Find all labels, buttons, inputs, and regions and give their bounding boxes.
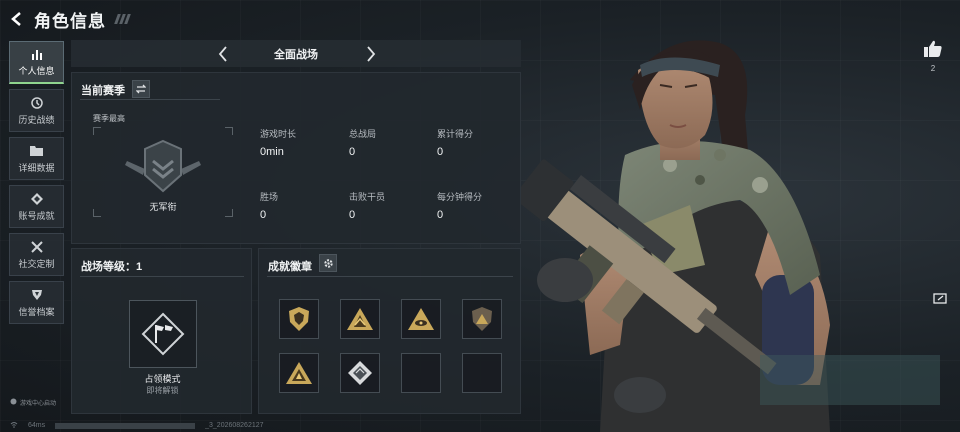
stat-value: 0 xyxy=(437,209,444,221)
title-decoration xyxy=(114,14,131,24)
back-arrow-icon[interactable] xyxy=(8,10,26,28)
ping-value: 64ms xyxy=(28,422,46,429)
stat-playtime: 游戏时长 0min xyxy=(260,127,345,158)
badge-slot[interactable] xyxy=(401,299,441,339)
game-center-icon xyxy=(10,398,17,407)
tools-icon xyxy=(30,240,44,254)
badge-dark-triangle-icon xyxy=(472,307,492,331)
game-center-note[interactable]: 游戏中心启动 xyxy=(10,398,56,407)
page-header: 角色信息 xyxy=(8,6,131,32)
stat-value: 0 xyxy=(349,209,356,221)
badge-slot[interactable] xyxy=(279,299,319,339)
capture-mode-badge[interactable] xyxy=(129,300,197,368)
sidebar-item-label: 个人信息 xyxy=(18,66,55,76)
stat-label: 游戏时长 xyxy=(260,129,297,139)
like-count: 2 xyxy=(930,64,936,73)
history-icon xyxy=(30,96,44,110)
badge-slot[interactable] xyxy=(462,299,502,339)
bar-chart-icon xyxy=(30,47,44,61)
sidebar-item-personal-info[interactable]: 个人信息 xyxy=(9,41,64,84)
flag-diamond-icon xyxy=(141,312,185,356)
like-group: 2 xyxy=(918,38,948,73)
rank-emblem-icon xyxy=(123,135,203,197)
status-bar: 64ms _3_202608262127 xyxy=(10,421,264,430)
character-portrait xyxy=(513,25,940,432)
mode-selector: 全面战场 xyxy=(71,40,521,67)
stat-wins: 胜场 0 xyxy=(260,190,345,221)
season-panel: 当前赛季 赛季最高 无军衔 游戏时长 0min 总战局 0 累计得分 0 胜场 … xyxy=(71,72,521,244)
stat-total-matches: 总战局 0 xyxy=(349,127,434,158)
wifi-icon xyxy=(10,421,18,430)
redacted-region xyxy=(55,422,196,429)
level-panel-title: 战场等级：1 xyxy=(81,261,143,273)
season-best-label: 赛季最高 xyxy=(93,114,125,123)
stat-label: 胜场 xyxy=(260,192,279,202)
swap-icon xyxy=(136,84,146,94)
badge-eye-icon xyxy=(408,308,434,330)
thumbs-up-icon[interactable] xyxy=(922,38,944,58)
sidebar-item-label: 账号成就 xyxy=(18,210,55,221)
badge-diamond-icon xyxy=(348,361,372,385)
sidebar-item-label: 信誉档案 xyxy=(18,306,55,317)
stat-total-score: 累计得分 0 xyxy=(437,127,522,158)
season-switch-button[interactable] xyxy=(132,80,150,98)
sidebar-item-label: 社交定制 xyxy=(18,258,55,269)
gear-icon xyxy=(323,258,333,268)
achievement-badges-panel: 成就徽章 xyxy=(258,248,521,414)
prev-mode-button[interactable] xyxy=(213,44,233,64)
rank-frame: 无军衔 xyxy=(93,127,233,217)
badge-shield-icon xyxy=(289,307,309,331)
next-mode-button[interactable] xyxy=(361,44,381,64)
divider xyxy=(267,276,513,277)
folder-icon xyxy=(30,144,44,158)
stat-value: 0 xyxy=(260,209,267,221)
share-icon xyxy=(933,293,947,304)
badge-slot[interactable] xyxy=(340,299,380,339)
badge-settings-button[interactable] xyxy=(319,254,337,272)
divider xyxy=(80,276,244,277)
badge-slot[interactable] xyxy=(279,353,319,393)
sidebar-item-social[interactable]: 社交定制 xyxy=(9,233,64,276)
sidebar-item-label: 详细数据 xyxy=(18,162,55,173)
badge-slot-empty[interactable] xyxy=(401,353,441,393)
sidebar-item-reputation[interactable]: 信誉档案 xyxy=(9,281,64,324)
stat-value: 0 xyxy=(437,146,444,158)
share-button[interactable] xyxy=(930,290,950,306)
sidebar-item-achievements[interactable]: 账号成就 xyxy=(9,185,64,228)
sidebar: 个人信息 历史战绩 详细数据 账号成就 社交定制 信誉档案 xyxy=(9,41,64,329)
mode-unlock-status: 即将解锁 xyxy=(146,386,179,395)
divider xyxy=(80,99,220,100)
mode-label: 全面战场 xyxy=(274,48,318,61)
mode-name: 占领模式 xyxy=(144,374,181,384)
stat-label: 总战局 xyxy=(349,129,377,139)
stat-value: 0 xyxy=(349,146,356,158)
sidebar-item-label: 历史战绩 xyxy=(18,114,55,125)
stat-kills: 击败干员 0 xyxy=(349,190,434,221)
badge-gold-triangle-icon xyxy=(286,362,312,384)
season-panel-title: 当前赛季 xyxy=(81,85,125,97)
stat-value: 0min xyxy=(260,146,284,158)
uid-text: _3_202608262127 xyxy=(205,422,264,429)
achievement-icon xyxy=(30,192,44,206)
stat-label: 每分钟得分 xyxy=(437,192,483,202)
badge-mountain-icon xyxy=(347,308,373,330)
battlefield-level-panel: 战场等级：1 占领模式 即将解锁 xyxy=(71,248,252,414)
shield-icon xyxy=(30,288,44,302)
badge-slot-empty[interactable] xyxy=(462,353,502,393)
chevron-right-icon xyxy=(367,46,376,62)
stat-label: 击败干员 xyxy=(349,192,386,202)
game-center-label: 游戏中心启动 xyxy=(20,401,57,407)
stat-label: 累计得分 xyxy=(437,129,474,139)
badge-slot[interactable] xyxy=(340,353,380,393)
chevron-left-icon xyxy=(218,46,227,62)
sidebar-item-details[interactable]: 详细数据 xyxy=(9,137,64,180)
rank-name: 无军衔 xyxy=(149,202,177,212)
stat-score-per-minute: 每分钟得分 0 xyxy=(437,190,522,221)
sidebar-item-history[interactable]: 历史战绩 xyxy=(9,89,64,132)
badges-panel-title: 成就徽章 xyxy=(268,261,312,273)
page-title: 角色信息 xyxy=(34,11,106,31)
